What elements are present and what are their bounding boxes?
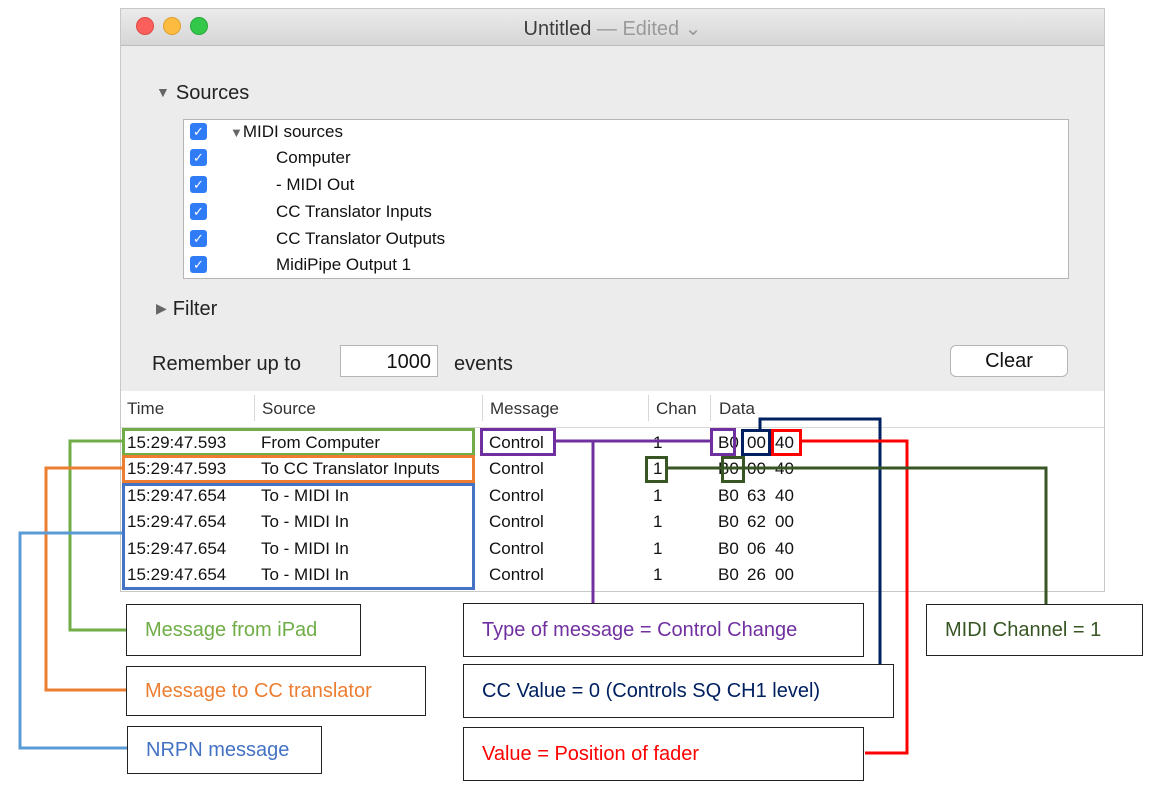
source-label: CC Translator Outputs [276, 229, 446, 248]
edited-status: — Edited [596, 18, 680, 40]
disclosure-closed-icon[interactable]: ▶ [156, 300, 167, 317]
checkbox-checked-icon[interactable]: ✓ [190, 230, 207, 247]
source-item[interactable]: ✓ - MIDI Out [184, 173, 1068, 199]
data-cc-value: 40 [775, 459, 794, 478]
chan-cell: 1 [653, 539, 663, 558]
data-cc-number: 63 [747, 486, 766, 505]
source-item[interactable]: ✓ CC Translator Outputs [184, 227, 1068, 253]
source-item[interactable]: ✓ ▼MIDI sources [184, 120, 1068, 146]
sources-disclosure[interactable]: ▼ Sources [156, 82, 249, 105]
title-bar: Untitled — Edited ⌄ [121, 9, 1104, 46]
source-item[interactable]: ✓ MidiPipe Output 1 [184, 253, 1068, 279]
data-status-byte: B0 [718, 512, 739, 531]
highlight-from-ipad-row [122, 428, 475, 456]
checkbox-checked-icon[interactable]: ✓ [190, 149, 207, 166]
chan-cell: 1 [653, 565, 663, 584]
message-cell: Control [489, 486, 544, 505]
column-divider [482, 395, 483, 421]
chan-cell: 1 [653, 486, 663, 505]
data-cc-number: 06 [747, 539, 766, 558]
data-status-byte: B0 [718, 539, 739, 558]
message-cell: Control [489, 565, 544, 584]
data-cc-value: 40 [775, 486, 794, 505]
column-divider [648, 395, 649, 421]
data-cc-number: 26 [747, 565, 766, 584]
checkbox-checked-icon[interactable]: ✓ [190, 123, 207, 140]
message-cell: Control [489, 459, 544, 478]
source-label: MIDI sources [242, 122, 344, 141]
source-label: CC Translator Inputs [276, 202, 432, 221]
column-header-time[interactable]: Time [127, 399, 164, 419]
sources-label: Sources [175, 82, 250, 104]
table-header: Time Source Message Chan Data [121, 391, 1104, 428]
connector-to-cc [44, 466, 126, 692]
highlight-status-byte [710, 428, 736, 456]
annotation-midi-channel: MIDI Channel = 1 [926, 604, 1143, 656]
filter-label: Filter [172, 298, 218, 320]
highlight-channel-nibble [721, 456, 745, 483]
message-cell: Control [489, 512, 544, 531]
events-label: events [454, 353, 513, 375]
document-name: Untitled [523, 18, 592, 40]
window-title[interactable]: Untitled — Edited ⌄ [121, 16, 1104, 41]
column-header-source[interactable]: Source [262, 399, 316, 419]
chevron-down-icon[interactable]: ⌄ [685, 18, 702, 40]
column-divider [254, 395, 255, 421]
column-header-chan[interactable]: Chan [656, 399, 697, 419]
highlight-channel [645, 456, 668, 483]
source-label: - MIDI Out [276, 175, 355, 194]
chan-cell: 1 [653, 433, 663, 452]
event-count-input[interactable]: 1000 [340, 345, 438, 377]
disclosure-open-icon[interactable]: ▼ [156, 84, 170, 100]
filter-disclosure[interactable]: ▶ Filter [156, 298, 217, 321]
remember-label: Remember up to [152, 353, 301, 375]
data-cc-number: 62 [747, 512, 766, 531]
checkbox-checked-icon[interactable]: ✓ [190, 176, 207, 193]
annotation-message-type: Type of message = Control Change [463, 603, 864, 657]
clear-button[interactable]: Clear [950, 345, 1068, 377]
highlight-to-cc-row [122, 455, 475, 483]
column-divider [710, 395, 711, 421]
source-label: Computer [276, 148, 351, 167]
highlight-cc-number [741, 429, 771, 456]
checkbox-checked-icon[interactable]: ✓ [190, 203, 207, 220]
annotation-cc-value: CC Value = 0 (Controls SQ CH1 level) [463, 664, 894, 718]
source-item[interactable]: ✓ CC Translator Inputs [184, 200, 1068, 226]
message-cell: Control [489, 539, 544, 558]
column-header-message[interactable]: Message [490, 399, 559, 419]
data-cc-value: 00 [775, 565, 794, 584]
annotation-from-ipad: Message from iPad [126, 604, 361, 656]
checkbox-checked-icon[interactable]: ✓ [190, 256, 207, 273]
highlight-cc-value [771, 429, 802, 456]
sources-list[interactable]: ✓ ▼MIDI sources ✓ Computer ✓ - MIDI Out … [183, 119, 1069, 279]
data-cc-value: 00 [775, 512, 794, 531]
column-header-data[interactable]: Data [719, 399, 755, 419]
highlight-message-type [480, 428, 556, 456]
annotation-nrpn: NRPN message [127, 726, 322, 774]
annotation-to-cc-translator: Message to CC translator [126, 666, 426, 716]
annotation-fader-value: Value = Position of fader [463, 727, 864, 781]
connector-nrpn [18, 531, 127, 750]
chan-cell: 1 [653, 512, 663, 531]
data-status-byte: B0 [718, 565, 739, 584]
highlight-nrpn-rows [122, 483, 475, 590]
source-item[interactable]: ✓ Computer [184, 146, 1068, 172]
data-status-byte: B0 [718, 486, 739, 505]
source-label: MidiPipe Output 1 [276, 255, 412, 274]
data-cc-number: 00 [747, 459, 766, 478]
data-cc-value: 40 [775, 539, 794, 558]
disclosure-open-icon[interactable]: ▼ [230, 125, 243, 140]
